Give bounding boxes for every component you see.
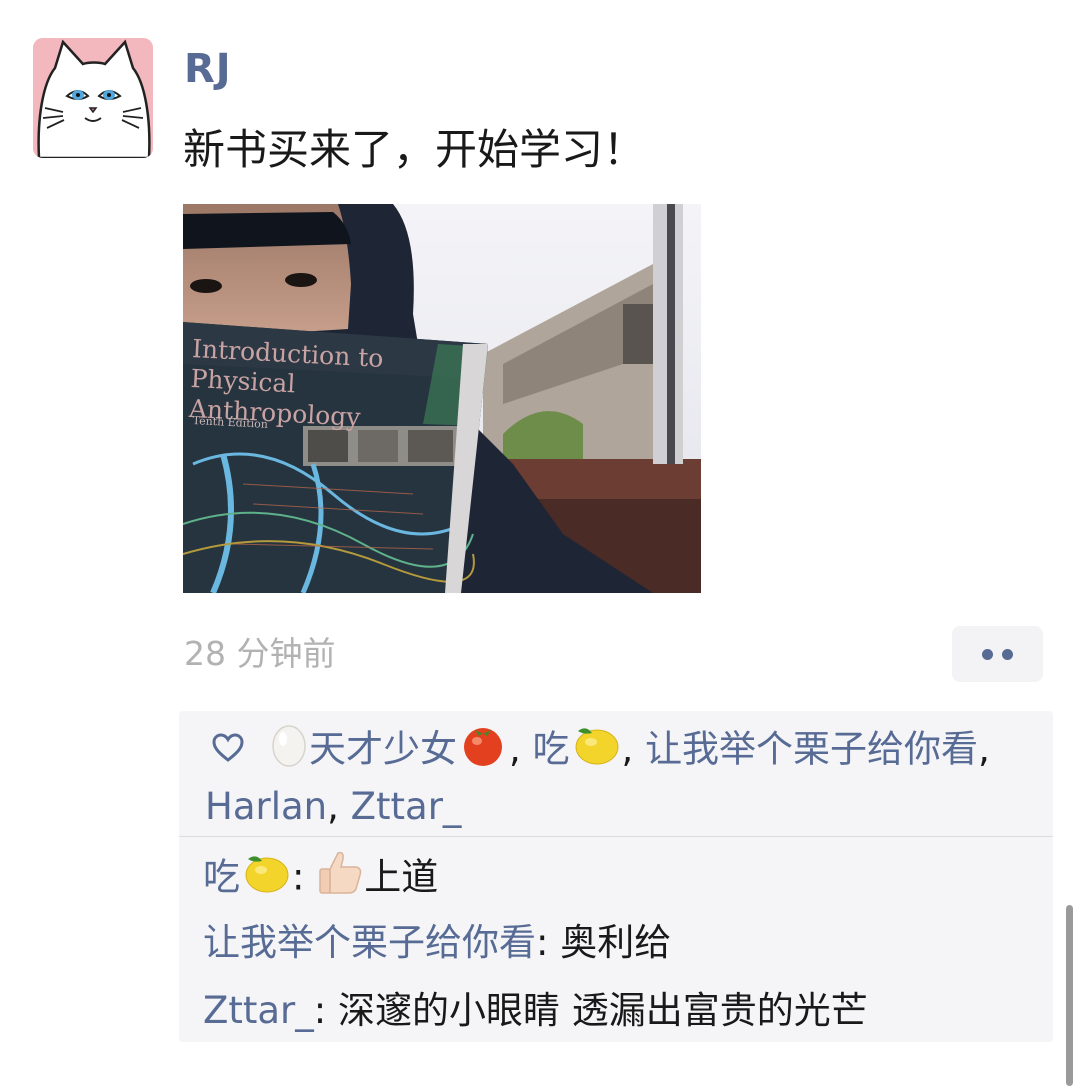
- post-timestamp: 28 分钟前: [184, 634, 336, 673]
- more-options-button[interactable]: [952, 626, 1043, 682]
- comment-item[interactable]: 吃: 上道: [203, 847, 438, 911]
- like-name[interactable]: Zttar_: [351, 785, 462, 828]
- egg-emoji: [269, 721, 309, 781]
- thumbs-up-emoji: [316, 847, 364, 911]
- heart-outline-icon: [211, 725, 245, 777]
- tomato-emoji: [457, 721, 509, 781]
- likes-list: 天才少女, 吃, 让我举个栗子给你看, Harlan, Zttar_: [205, 721, 1043, 833]
- comment-item[interactable]: 让我举个栗子给你看: 奥利给: [203, 917, 671, 969]
- likes-divider: [179, 836, 1053, 837]
- more-dots-icon: [982, 648, 993, 660]
- like-name[interactable]: 天才少女: [309, 728, 457, 771]
- comment-text: 上道: [364, 855, 439, 899]
- like-separator: ,: [509, 727, 521, 771]
- post-photo[interactable]: Introduction to Physical Anthropology Te…: [183, 204, 701, 593]
- comment-author[interactable]: 让我举个栗子给你看: [203, 921, 536, 964]
- comment-text: 奥利给: [560, 921, 672, 964]
- lemon-emoji: [570, 721, 622, 781]
- like-separator: ,: [621, 727, 634, 771]
- like-name[interactable]: 让我举个栗子给你看: [645, 728, 978, 771]
- scrollbar[interactable]: [1066, 905, 1073, 1086]
- comment-item[interactable]: Zttar_: 深邃的小眼睛 透漏出富贵的光芒: [203, 985, 868, 1037]
- cat-avatar-icon: [33, 38, 153, 158]
- comment-colon: :: [536, 921, 561, 964]
- comment-text: 深邃的小眼睛 透漏出富贵的光芒: [337, 989, 868, 1032]
- comment-colon: :: [292, 855, 317, 899]
- like-separator: ,: [978, 727, 990, 771]
- post-text: 新书买来了，开始学习！: [183, 125, 646, 174]
- comment-author[interactable]: Zttar_: [203, 989, 314, 1032]
- lemon-emoji: [240, 849, 292, 909]
- like-separator: ,: [327, 785, 339, 828]
- comment-author[interactable]: 吃: [203, 856, 240, 899]
- like-name[interactable]: 吃: [533, 728, 570, 771]
- avatar[interactable]: [33, 38, 153, 158]
- post-username[interactable]: RJ: [184, 44, 232, 94]
- like-name[interactable]: Harlan: [205, 785, 327, 828]
- likes-comments-panel: 天才少女, 吃, 让我举个栗子给你看, Harlan, Zttar_ 吃: 上道…: [179, 711, 1053, 1042]
- more-dots-icon: [1002, 648, 1013, 660]
- comment-colon: :: [313, 989, 338, 1032]
